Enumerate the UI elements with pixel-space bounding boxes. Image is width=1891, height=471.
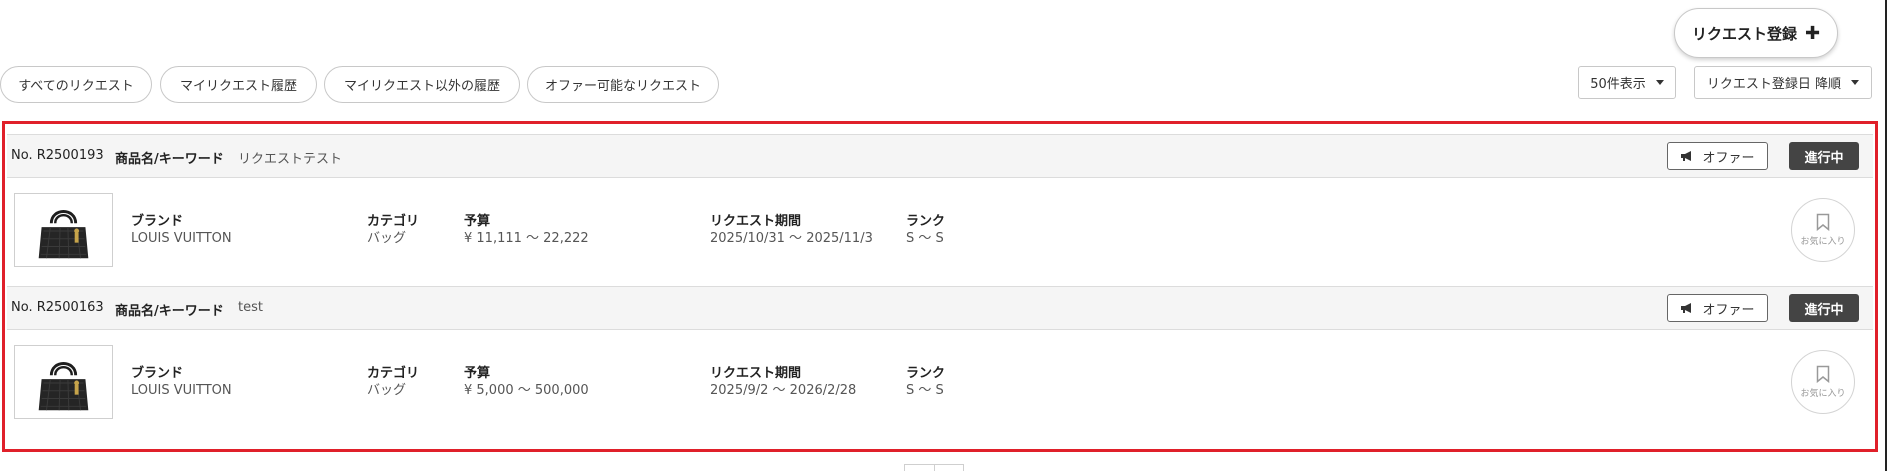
window-edge: [1885, 0, 1887, 471]
request-number: No. R2500163: [11, 300, 104, 315]
category-value: バッグ: [367, 383, 407, 398]
megaphone-icon: [1681, 151, 1692, 161]
period-label: リクエスト期間: [710, 214, 802, 229]
budget-field: 予算 ¥ 11,111 〜 22,222: [464, 214, 589, 248]
favorite-label: お気に入り: [1800, 389, 1846, 399]
brand-label: ブランド: [131, 214, 184, 229]
product-thumbnail[interactable]: [14, 345, 113, 419]
per-page-value: 50件表示: [1590, 77, 1646, 92]
period-field: リクエスト期間 2025/10/31 〜 2025/11/3: [710, 214, 873, 248]
filter-tab-label: マイリクエスト履歴: [179, 79, 297, 94]
rank-label: ランク: [906, 214, 946, 229]
plus-icon: ✚: [1804, 22, 1821, 44]
chevron-down-icon: [1851, 80, 1860, 85]
brand-value: LOUIS VUITTON: [131, 383, 232, 398]
favorite-label: お気に入り: [1800, 237, 1846, 247]
period-label: リクエスト期間: [710, 366, 802, 381]
filter-tab-label: マイリクエスト以外の履歴: [343, 79, 500, 94]
favorite-button[interactable]: お気に入り: [1791, 198, 1855, 262]
keyword-value: test: [238, 300, 263, 315]
category-label: カテゴリ: [367, 366, 420, 381]
megaphone-icon: [1681, 303, 1692, 313]
request-body: ブランド LOUIS VUITTON カテゴリ バッグ 予算 ¥ 5,000 〜…: [7, 330, 1873, 438]
favorite-button[interactable]: お気に入り: [1791, 350, 1855, 414]
budget-field: 予算 ¥ 5,000 〜 500,000: [464, 366, 589, 400]
filter-tab-label: オファー可能なリクエスト: [544, 79, 701, 94]
offer-button[interactable]: オファー: [1667, 142, 1768, 170]
offer-button-label: オファー: [1702, 150, 1755, 166]
keyword-label: 商品名/キーワード: [115, 152, 224, 167]
keyword-label: 商品名/キーワード: [115, 304, 224, 319]
bookmark-icon: [1816, 365, 1830, 383]
bookmark-icon: [1816, 213, 1830, 231]
request-body: ブランド LOUIS VUITTON カテゴリ バッグ 予算 ¥ 11,111 …: [7, 178, 1873, 286]
request-register-button[interactable]: リクエスト登録 ✚: [1674, 8, 1838, 58]
request-number: No. R2500193: [11, 148, 104, 163]
period-value: 2025/10/31 〜 2025/11/3: [710, 231, 873, 246]
rank-label: ランク: [906, 366, 946, 381]
brand-value: LOUIS VUITTON: [131, 231, 232, 246]
budget-value: ¥ 11,111 〜 22,222: [464, 231, 589, 246]
category-label: カテゴリ: [367, 214, 420, 229]
status-badge: 進行中: [1789, 142, 1859, 170]
rank-value: S 〜 S: [906, 231, 944, 246]
offer-button[interactable]: オファー: [1667, 294, 1768, 322]
sort-select[interactable]: リクエスト登録日 降順: [1694, 66, 1872, 99]
period-value: 2025/9/2 〜 2026/2/28: [710, 383, 857, 398]
filter-tab-other-requests[interactable]: マイリクエスト以外の履歴: [324, 66, 520, 103]
sort-value: リクエスト登録日 降順: [1706, 77, 1842, 92]
filter-tab-label: すべてのリクエスト: [18, 79, 134, 94]
pagination[interactable]: [904, 464, 964, 471]
rank-field: ランク S 〜 S: [906, 214, 945, 248]
offer-button-label: オファー: [1702, 302, 1755, 318]
request-header: No. R2500163 商品名/キーワード test オファー 進行中: [7, 286, 1873, 330]
category-value: バッグ: [367, 231, 407, 246]
register-button-label: リクエスト登録: [1691, 24, 1797, 43]
filter-tab-all-requests[interactable]: すべてのリクエスト: [0, 66, 152, 103]
product-thumbnail[interactable]: [14, 193, 113, 267]
rank-field: ランク S 〜 S: [906, 366, 945, 400]
per-page-select[interactable]: 50件表示: [1578, 66, 1676, 99]
filter-tab-offerable-requests[interactable]: オファー可能なリクエスト: [527, 66, 719, 103]
category-field: カテゴリ バッグ: [367, 214, 419, 248]
filter-tab-my-requests[interactable]: マイリクエスト履歴: [160, 66, 317, 103]
handbag-image: [38, 362, 89, 411]
keyword-value: リクエストテスト: [238, 152, 343, 167]
chevron-down-icon: [1655, 80, 1664, 85]
handbag-image: [38, 210, 89, 259]
status-badge: 進行中: [1789, 294, 1859, 322]
brand-label: ブランド: [131, 366, 184, 381]
budget-value: ¥ 5,000 〜 500,000: [464, 383, 589, 398]
budget-label: 予算: [464, 366, 491, 381]
budget-label: 予算: [464, 214, 491, 229]
request-header: No. R2500193 商品名/キーワード リクエストテスト オファー 進行中: [7, 134, 1873, 178]
rank-value: S 〜 S: [906, 383, 944, 398]
category-field: カテゴリ バッグ: [367, 366, 419, 400]
brand-field: ブランド LOUIS VUITTON: [131, 214, 232, 248]
period-field: リクエスト期間 2025/9/2 〜 2026/2/28: [710, 366, 856, 400]
brand-field: ブランド LOUIS VUITTON: [131, 366, 232, 400]
